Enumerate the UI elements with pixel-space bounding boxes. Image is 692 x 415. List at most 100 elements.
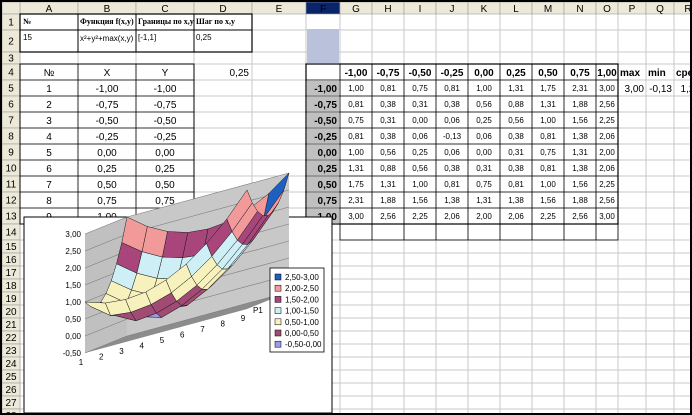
z-axis-tick-label: 0,00 [65, 332, 81, 341]
column-header-label: P [629, 4, 636, 15]
matrix-cell: 1,75 [540, 84, 556, 93]
column-header-label: N [576, 4, 583, 15]
matrix-cell: 0,56 [412, 164, 428, 173]
matrix-cell: 1,31 [508, 84, 524, 93]
xy-table-cell: 0,25 [155, 164, 175, 175]
legend-entry-label: 0,50-1,00 [285, 318, 319, 327]
matrix-row-header: 0,00 [318, 148, 338, 159]
stats-header: max [620, 68, 640, 79]
row-header-label: 23 [5, 346, 17, 357]
stats-header: min [648, 68, 666, 79]
matrix-row-header: -0,50 [314, 116, 337, 127]
matrix-cell: 0,38 [380, 100, 396, 109]
matrix-col-header: -1,00 [345, 68, 368, 79]
legend-swatch [274, 307, 282, 314]
matrix-row-header: -0,25 [314, 132, 337, 143]
legend-swatch [274, 273, 282, 281]
legend-entry-label: 2,50-3,00 [285, 273, 319, 282]
header-function-label: Функция f(x,y) [80, 17, 134, 26]
matrix-cell: 0,81 [540, 164, 556, 173]
xy-table-cell: 0,00 [97, 148, 117, 159]
row-header-label: 13 [5, 212, 17, 223]
matrix-col-header: -0,50 [409, 68, 432, 79]
matrix-cell: 0,75 [348, 116, 364, 125]
row-header-label: 26 [5, 385, 17, 396]
row-header-label: 21 [5, 320, 17, 331]
matrix-cell: 0,56 [380, 148, 396, 157]
legend-entry-label: -0,50-0,00 [285, 340, 322, 349]
xy-table-cell: 0,00 [155, 148, 175, 159]
xy-table-cell: 6 [46, 164, 52, 175]
function-number: 15 [23, 33, 32, 42]
matrix-cell: 1,56 [572, 180, 588, 189]
x-axis-tick-label: 2 [99, 353, 104, 362]
matrix-cell: 0,38 [444, 100, 460, 109]
matrix-row-header: -1,00 [314, 84, 337, 95]
x-axis-tick-label: 7 [200, 325, 205, 334]
matrix-cell: 0,81 [508, 180, 524, 189]
z-axis-tick-label: 2,00 [65, 264, 81, 273]
x-axis-tick-label: 9 [241, 314, 246, 323]
xy-table-header: № [44, 68, 55, 79]
row-headers: 1234567891011121314151617181920212223242… [2, 2, 21, 413]
header-no-label: № [23, 17, 31, 26]
column-header-label: I [419, 4, 422, 15]
row-header-label: 28 [5, 411, 17, 413]
x-axis-tick-label: 6 [180, 331, 185, 340]
matrix-cell: 1,00 [412, 180, 428, 189]
header-bounds-label: Границы по x,y [138, 17, 194, 26]
matrix-cell: 1,56 [412, 196, 428, 205]
matrix-cell: 0,81 [380, 84, 396, 93]
matrix-cell: 0,75 [412, 84, 428, 93]
matrix-cell: 0,81 [348, 100, 364, 109]
column-header-label: C [161, 4, 168, 15]
bounds-value: [-1,1] [138, 33, 156, 42]
x-axis-tick-label: 5 [160, 336, 165, 345]
matrix-col-header: 0,75 [570, 68, 590, 79]
matrix-cell: 2,25 [599, 116, 615, 125]
column-header-label: B [104, 4, 111, 15]
row-header-label: 18 [5, 281, 17, 292]
matrix-col-header: -0,25 [441, 68, 464, 79]
matrix-cell: 0,31 [508, 148, 524, 157]
spreadsheet-grid[interactable]: ABCDEFGHIJKLMNOPQRS123456789101112131415… [2, 2, 690, 413]
row-header-label: 3 [8, 54, 14, 65]
matrix-cell: 2,31 [572, 84, 588, 93]
matrix-cell: 1,31 [572, 148, 588, 157]
matrix-cell: 0,00 [412, 116, 428, 125]
legend-entry-label: 2,00-2,50 [285, 284, 319, 293]
matrix-cell: 1,88 [572, 100, 588, 109]
matrix-row-header: -0,75 [314, 100, 337, 111]
x-axis-tick-label: 4 [140, 342, 145, 351]
chart-legend[interactable]: 2,50-3,00 2,00-2,50 1,50-2,00 1,00-1,50 0,50… [269, 267, 325, 353]
xy-table-cell: -1,00 [154, 84, 177, 95]
row-header-label: 27 [5, 398, 17, 409]
matrix-cell: 0,25 [476, 116, 492, 125]
matrix-cell: 0,38 [508, 164, 524, 173]
stats-value: 1,20 [681, 84, 690, 95]
z-axis-tick-label: -0,50 [63, 349, 82, 358]
row-header-label: 2 [8, 37, 14, 48]
matrix-cell: 1,00 [348, 148, 364, 157]
matrix-col-header: 0,50 [538, 68, 558, 79]
matrix-cell: 2,00 [476, 212, 492, 221]
matrix-cell: 0,38 [508, 132, 524, 141]
xy-table-cell: -0,25 [154, 132, 177, 143]
matrix-cell: -0,13 [443, 132, 462, 141]
matrix-row-header: 0,50 [318, 180, 338, 191]
active-cell[interactable] [307, 15, 339, 29]
matrix-cell: 1,31 [380, 180, 396, 189]
xy-table-cell: 8 [46, 196, 52, 207]
xy-table-cell: -0,25 [96, 132, 119, 143]
matrix-cell: 0,31 [476, 164, 492, 173]
legend-swatch [274, 340, 282, 348]
matrix-cell: 2,25 [412, 212, 428, 221]
matrix-cell: 1,88 [380, 196, 396, 205]
xy-table-cell: -0,50 [154, 116, 177, 127]
stats-value: -0,13 [649, 84, 672, 95]
select-all-corner[interactable] [2, 2, 21, 15]
x-axis-tick-label: 8 [221, 320, 226, 329]
matrix-cell: 2,56 [380, 212, 396, 221]
stats-header: срен [676, 68, 690, 79]
z-axis-tick-label: 2,50 [65, 247, 81, 256]
